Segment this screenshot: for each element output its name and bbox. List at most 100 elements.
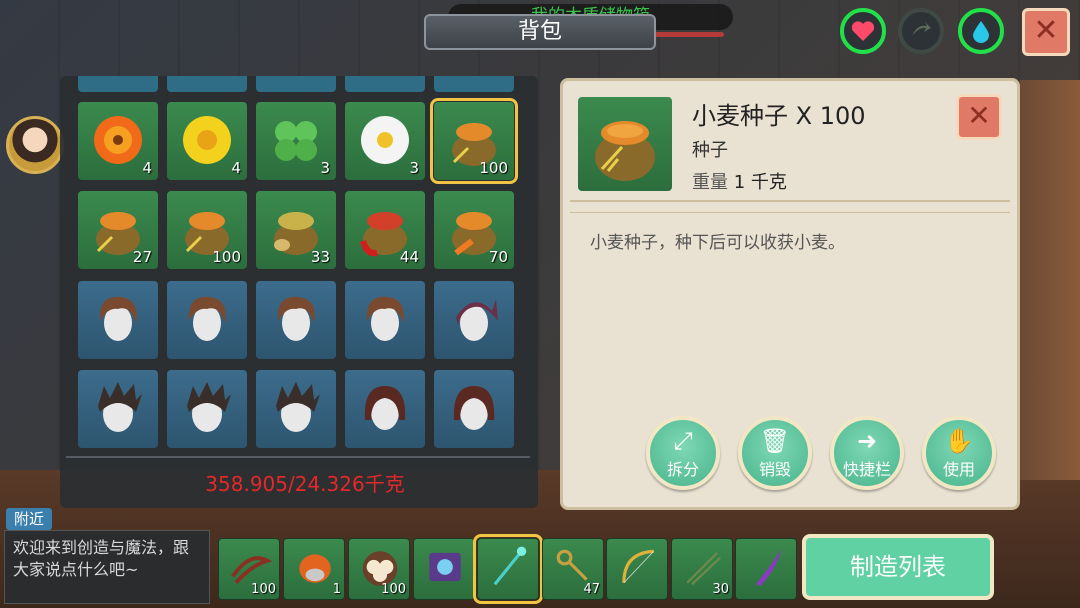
hair-brown-4-icon xyxy=(366,296,404,341)
trash-icon: 🗑 xyxy=(759,427,791,455)
chat-input[interactable]: 欢迎来到创造与魔法，跟大家说点什么吧~ xyxy=(4,530,210,604)
bag-slot[interactable]: 4 xyxy=(167,102,247,180)
hotbar-slot[interactable] xyxy=(473,534,543,604)
item-art xyxy=(446,380,502,436)
stamina-icon xyxy=(912,22,931,36)
bag-divider xyxy=(66,456,530,458)
bag-slot[interactable]: 100 xyxy=(430,98,518,184)
slot-count: 4 xyxy=(231,159,241,177)
divider xyxy=(570,200,1010,202)
bag-slot[interactable]: 70 xyxy=(434,191,514,269)
daffodil-yellow-icon xyxy=(183,116,231,164)
use-button[interactable]: ✋ 使用 xyxy=(922,416,996,490)
partial-slot[interactable] xyxy=(434,76,514,92)
close-detail-button[interactable]: ✕ xyxy=(956,94,1002,140)
item-art xyxy=(446,291,502,347)
bag-slot[interactable] xyxy=(345,370,425,448)
split-button[interactable]: ⤢ 拆分 xyxy=(646,416,720,490)
chat-tab-nearby[interactable]: 附近 xyxy=(6,508,52,530)
slot-count: 27 xyxy=(132,248,152,266)
item-art xyxy=(268,380,324,436)
destroy-label: 销毁 xyxy=(758,460,791,479)
partial-slot[interactable] xyxy=(345,76,425,92)
bag-slot[interactable] xyxy=(345,281,425,359)
item-art xyxy=(487,545,531,589)
item-art xyxy=(90,291,146,347)
item-weight-label: 重量 xyxy=(692,172,728,193)
hair-brown-2-icon xyxy=(188,296,226,341)
item-art xyxy=(179,380,235,436)
hotbar-button[interactable]: ➜ 快捷栏 xyxy=(830,416,904,490)
item-name: 小麦种子 X 100 xyxy=(692,102,866,130)
hotbar-slot[interactable]: 30 xyxy=(671,538,733,600)
destroy-button[interactable]: 🗑 销毁 xyxy=(738,416,812,490)
hotbar-slot[interactable]: 100 xyxy=(218,538,280,600)
magic-staff-icon xyxy=(493,546,527,586)
craft-list-label: 制造列表 xyxy=(850,553,946,581)
slot-count: 47 xyxy=(583,582,600,597)
item-art xyxy=(268,112,324,168)
hair-bob-1-icon xyxy=(364,386,406,430)
use-label: 使用 xyxy=(942,460,975,479)
slot-count: 1 xyxy=(332,582,341,597)
hotbar-slot[interactable] xyxy=(413,538,475,600)
arrow-left-icon: ➜ xyxy=(856,427,878,455)
slot-count: 33 xyxy=(310,248,330,266)
wheat-seed-bag-icon xyxy=(595,121,655,181)
item-art xyxy=(179,112,235,168)
hair-ponytail-icon xyxy=(456,299,498,341)
item-art xyxy=(745,545,789,589)
bag-slot[interactable] xyxy=(78,281,158,359)
bag-slot[interactable] xyxy=(434,370,514,448)
bag-slot[interactable]: 44 xyxy=(345,191,425,269)
slot-count: 100 xyxy=(212,248,241,266)
golden-bow-icon xyxy=(622,549,654,583)
daisy-white-icon xyxy=(361,116,409,164)
bag-slot[interactable]: 33 xyxy=(256,191,336,269)
item-art xyxy=(357,291,413,347)
item-art xyxy=(423,545,467,589)
item-detail-icon xyxy=(578,97,672,191)
hand-icon: ✋ xyxy=(944,427,974,455)
slot-count: 100 xyxy=(479,159,508,177)
bag-slot[interactable]: 3 xyxy=(256,102,336,180)
hotbar-slot[interactable] xyxy=(735,538,797,600)
bag-slot[interactable]: 27 xyxy=(78,191,158,269)
close-bag-button[interactable]: ✕ xyxy=(1022,8,1070,56)
hotbar-slot[interactable]: 1 xyxy=(283,538,345,600)
bag-slot[interactable] xyxy=(256,281,336,359)
partial-slot[interactable] xyxy=(78,76,158,92)
slot-count: 70 xyxy=(488,248,508,266)
bag-slot[interactable] xyxy=(78,370,158,448)
bag-slot[interactable] xyxy=(434,281,514,359)
craft-list-button[interactable]: 制造列表 xyxy=(802,534,994,600)
clover-green-icon xyxy=(275,121,317,161)
partial-slot[interactable] xyxy=(167,76,247,92)
split-label: 拆分 xyxy=(666,460,699,479)
bag-slot[interactable] xyxy=(167,281,247,359)
water-status xyxy=(958,8,1004,54)
item-description: 小麦种子，种下后可以收获小麦。 xyxy=(590,233,845,253)
partial-slot[interactable] xyxy=(256,76,336,92)
slot-count: 4 xyxy=(142,159,152,177)
hotbar-slot[interactable]: 47 xyxy=(542,538,604,600)
item-art xyxy=(616,545,660,589)
bag-slot[interactable]: 100 xyxy=(167,191,247,269)
bag-slot[interactable] xyxy=(167,370,247,448)
marigold-orange-icon xyxy=(94,116,142,164)
item-type: 种子 xyxy=(692,140,728,161)
expand-arrows-icon: ⤢ xyxy=(673,427,693,455)
stamina-status xyxy=(898,8,944,54)
slot-count: 30 xyxy=(712,582,729,597)
bag-slot[interactable]: 3 xyxy=(345,102,425,180)
hotbar-slot[interactable] xyxy=(606,538,668,600)
slot-count: 3 xyxy=(320,159,330,177)
bag-slot[interactable] xyxy=(256,370,336,448)
item-art xyxy=(293,545,337,589)
item-art xyxy=(357,380,413,436)
bag-slot[interactable]: 4 xyxy=(78,102,158,180)
player-avatar[interactable] xyxy=(6,116,64,174)
divider xyxy=(570,212,1010,213)
item-art xyxy=(90,380,146,436)
hotbar-slot[interactable]: 100 xyxy=(348,538,410,600)
